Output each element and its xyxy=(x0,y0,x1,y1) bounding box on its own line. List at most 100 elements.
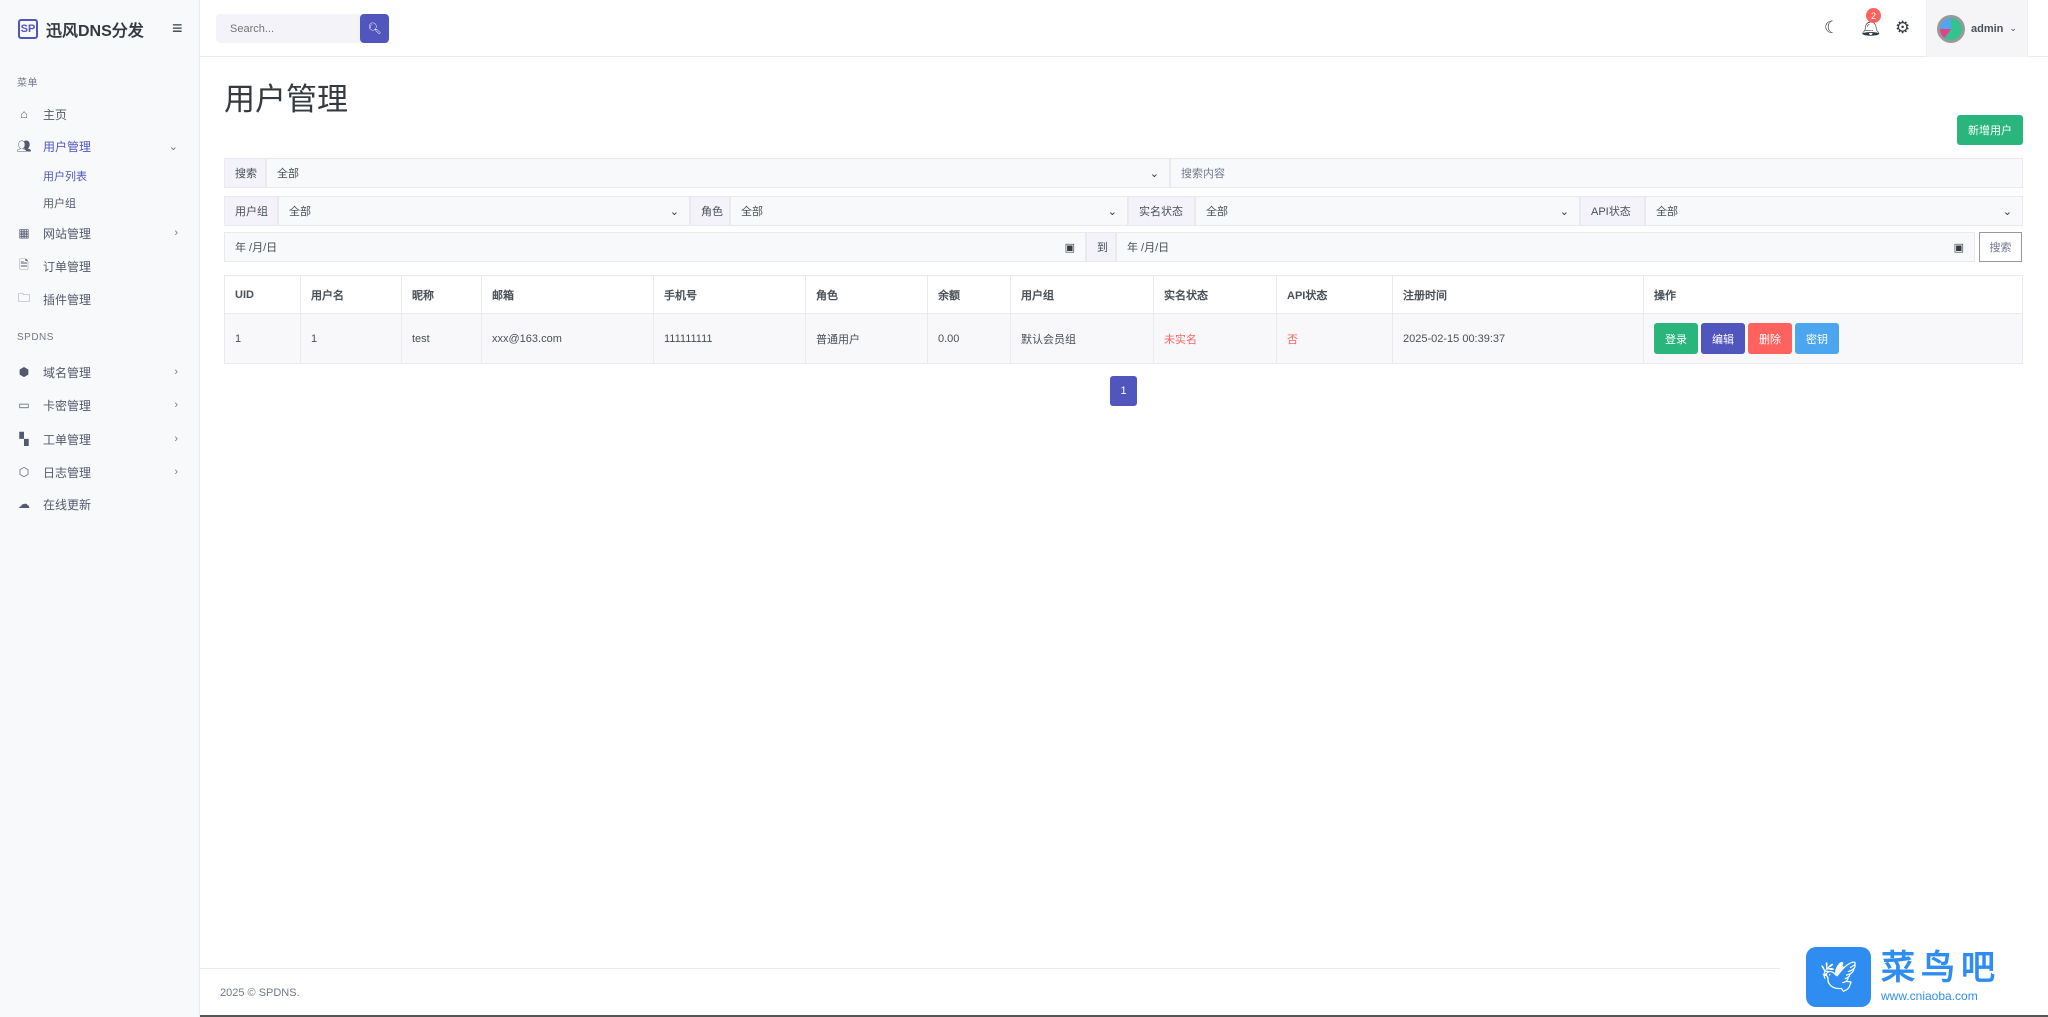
sidebar-item-orders[interactable]: 🗎︎ 订单管理 xyxy=(16,253,186,279)
cell-email: xxx@163.com xyxy=(481,313,654,364)
column-header: 角色 xyxy=(805,275,928,314)
key-button[interactable]: 密钥 xyxy=(1795,323,1839,354)
date-from-input[interactable]: 年 /月/日 ▣ xyxy=(224,232,1086,262)
column-header: 手机号 xyxy=(653,275,806,314)
group-select[interactable]: 全部 ⌄ xyxy=(278,196,690,226)
notification-badge: 2 xyxy=(1866,8,1881,23)
app-name: 迅风DNS分发 xyxy=(46,23,144,40)
package-icon: ⬡ xyxy=(18,465,30,479)
layout-icon: ▦ xyxy=(18,226,30,240)
folder-icon: 🗀︎ xyxy=(17,290,30,305)
chevron-down-icon: ⌄ xyxy=(2009,23,2017,33)
sidebar-item-update[interactable]: ☁︎ 在线更新 xyxy=(16,491,186,517)
filter-search-button[interactable]: 搜索 xyxy=(1979,232,2022,262)
brand[interactable]: SP 迅风DNS分发 xyxy=(18,17,144,41)
column-header: 操作 xyxy=(1643,275,2023,314)
date-to-input[interactable]: 年 /月/日 ▣ xyxy=(1116,232,1975,262)
chevron-right-icon: › xyxy=(174,399,178,411)
spdns-section-title: SPDNS xyxy=(17,332,54,343)
sidebar-item-label: 在线更新 xyxy=(43,497,92,512)
search-button[interactable]: 🔍︎ xyxy=(360,14,389,43)
table-header-row: UID 用户名 昵称 邮箱 手机号 角色 余额 用户组 实名状态 API状态 注… xyxy=(224,275,2023,314)
login-button[interactable]: 登录 xyxy=(1654,323,1698,354)
sidebar-item-sites[interactable]: ▦ 网站管理 › xyxy=(16,220,186,246)
grid-icon: ▚ xyxy=(19,432,29,446)
cloud-icon: ☁︎ xyxy=(18,497,30,511)
sidebar-item-logs[interactable]: ⬡ 日志管理 › xyxy=(16,459,186,485)
search-field-select[interactable]: 全部 ⌄ xyxy=(266,158,1170,188)
select-value: 全部 xyxy=(1656,206,1678,218)
select-value: 全部 xyxy=(289,206,311,218)
column-header: UID xyxy=(224,275,301,314)
search-input[interactable] xyxy=(216,14,360,43)
sidebar-item-home[interactable]: ⌂ 主页 xyxy=(16,101,186,127)
chevron-down-icon: ⌄ xyxy=(168,140,178,153)
card-icon: ▭ xyxy=(18,398,30,412)
column-header: 昵称 xyxy=(401,275,482,314)
cell-phone: 111111111 xyxy=(653,313,806,364)
chevron-down-icon: ⌄ xyxy=(669,205,679,218)
topbar: 🔍︎ ☾ 🔔︎ 2 ⚙ admin ⌄ xyxy=(200,0,2048,57)
sidebar-subitem-user-list[interactable]: 用户列表 xyxy=(43,168,87,184)
cell-actions: 登录 编辑 删除 密钥 xyxy=(1643,313,2023,364)
add-user-button[interactable]: 新增用户 xyxy=(1957,115,2023,145)
menu-toggle-icon[interactable]: ≡ xyxy=(172,18,183,39)
cell-nickname: test xyxy=(401,313,482,364)
column-header: 实名状态 xyxy=(1153,275,1277,314)
sidebar-item-domains[interactable]: ⬢ 域名管理 › xyxy=(16,359,186,385)
chevron-down-icon: ⌄ xyxy=(2002,205,2012,218)
realname-select[interactable]: 全部 ⌄ xyxy=(1195,196,1580,226)
cell-username: 1 xyxy=(300,313,402,364)
cell-group: 默认会员组 xyxy=(1010,313,1154,364)
sidebar-item-label: 网站管理 xyxy=(43,226,92,241)
user-menu[interactable]: admin ⌄ xyxy=(1926,0,2028,57)
column-header: 用户组 xyxy=(1010,275,1154,314)
sidebar-item-users[interactable]: 👥︎ 用户管理 ⌄ xyxy=(16,133,186,159)
chevron-right-icon: › xyxy=(174,366,178,378)
sidebar-item-tickets[interactable]: ▚ 工单管理 › xyxy=(16,426,186,452)
home-icon: ⌂ xyxy=(20,107,28,121)
sidebar-item-plugins[interactable]: 🗀︎ 插件管理 xyxy=(16,286,186,312)
sidebar-item-label: 域名管理 xyxy=(43,365,92,380)
sidebar: SP 迅风DNS分发 ≡ 菜单 ⌂ 主页 👥︎ 用户管理 ⌄ 用户列表 用户组 ▦ 网站… xyxy=(0,0,200,1017)
users-table: UID 用户名 昵称 邮箱 手机号 角色 余额 用户组 实名状态 API状态 注… xyxy=(224,275,2023,364)
role-select[interactable]: 全部 ⌄ xyxy=(730,196,1128,226)
sidebar-item-cards[interactable]: ▭ 卡密管理 › xyxy=(16,392,186,418)
bird-logo-icon: 🕊︎ xyxy=(1806,947,1871,1007)
cell-realname-status: 未实名 xyxy=(1153,313,1277,364)
footer-text: 2025 © SPDNS. xyxy=(220,987,300,999)
file-icon: 🗎︎ xyxy=(19,257,29,272)
calendar-icon: ▣ xyxy=(1953,241,1964,254)
cell-api-status: 否 xyxy=(1276,313,1393,364)
api-label: API状态 xyxy=(1580,196,1645,226)
search-content-input[interactable]: 搜索内容 xyxy=(1170,158,2023,188)
pagination-page-1[interactable]: 1 xyxy=(1110,376,1137,406)
column-header: 余额 xyxy=(927,275,1011,314)
to-label: 到 xyxy=(1086,232,1116,262)
cell-registered: 2025-02-15 00:39:37 xyxy=(1392,313,1644,364)
edit-button[interactable]: 编辑 xyxy=(1701,323,1745,354)
column-header: 注册时间 xyxy=(1392,275,1644,314)
sidebar-subitem-user-group[interactable]: 用户组 xyxy=(43,195,76,211)
date-value: 年 /月/日 xyxy=(235,242,278,254)
search-label: 搜索 xyxy=(224,158,266,188)
sidebar-item-label: 用户管理 xyxy=(43,139,92,154)
chevron-right-icon: › xyxy=(174,466,178,478)
gear-icon[interactable]: ⚙ xyxy=(1895,18,1910,38)
cell-role: 普通用户 xyxy=(805,313,928,364)
column-header: 用户名 xyxy=(300,275,402,314)
moon-icon[interactable]: ☾ xyxy=(1824,18,1839,38)
delete-button[interactable]: 删除 xyxy=(1748,323,1792,354)
sidebar-item-label: 主页 xyxy=(43,107,68,122)
realname-label: 实名状态 xyxy=(1128,196,1195,226)
watermark-url: www.cniaoba.com xyxy=(1881,989,1978,1003)
sidebar-item-label: 订单管理 xyxy=(43,259,92,274)
logo-icon: SP xyxy=(18,19,38,39)
api-select[interactable]: 全部 ⌄ xyxy=(1645,196,2023,226)
avatar xyxy=(1937,14,1965,43)
sidebar-item-label: 工单管理 xyxy=(43,432,92,447)
calendar-icon: ▣ xyxy=(1064,241,1075,254)
sidebar-item-label: 卡密管理 xyxy=(43,398,92,413)
date-value: 年 /月/日 xyxy=(1127,242,1170,254)
group-label: 用户组 xyxy=(224,196,278,226)
